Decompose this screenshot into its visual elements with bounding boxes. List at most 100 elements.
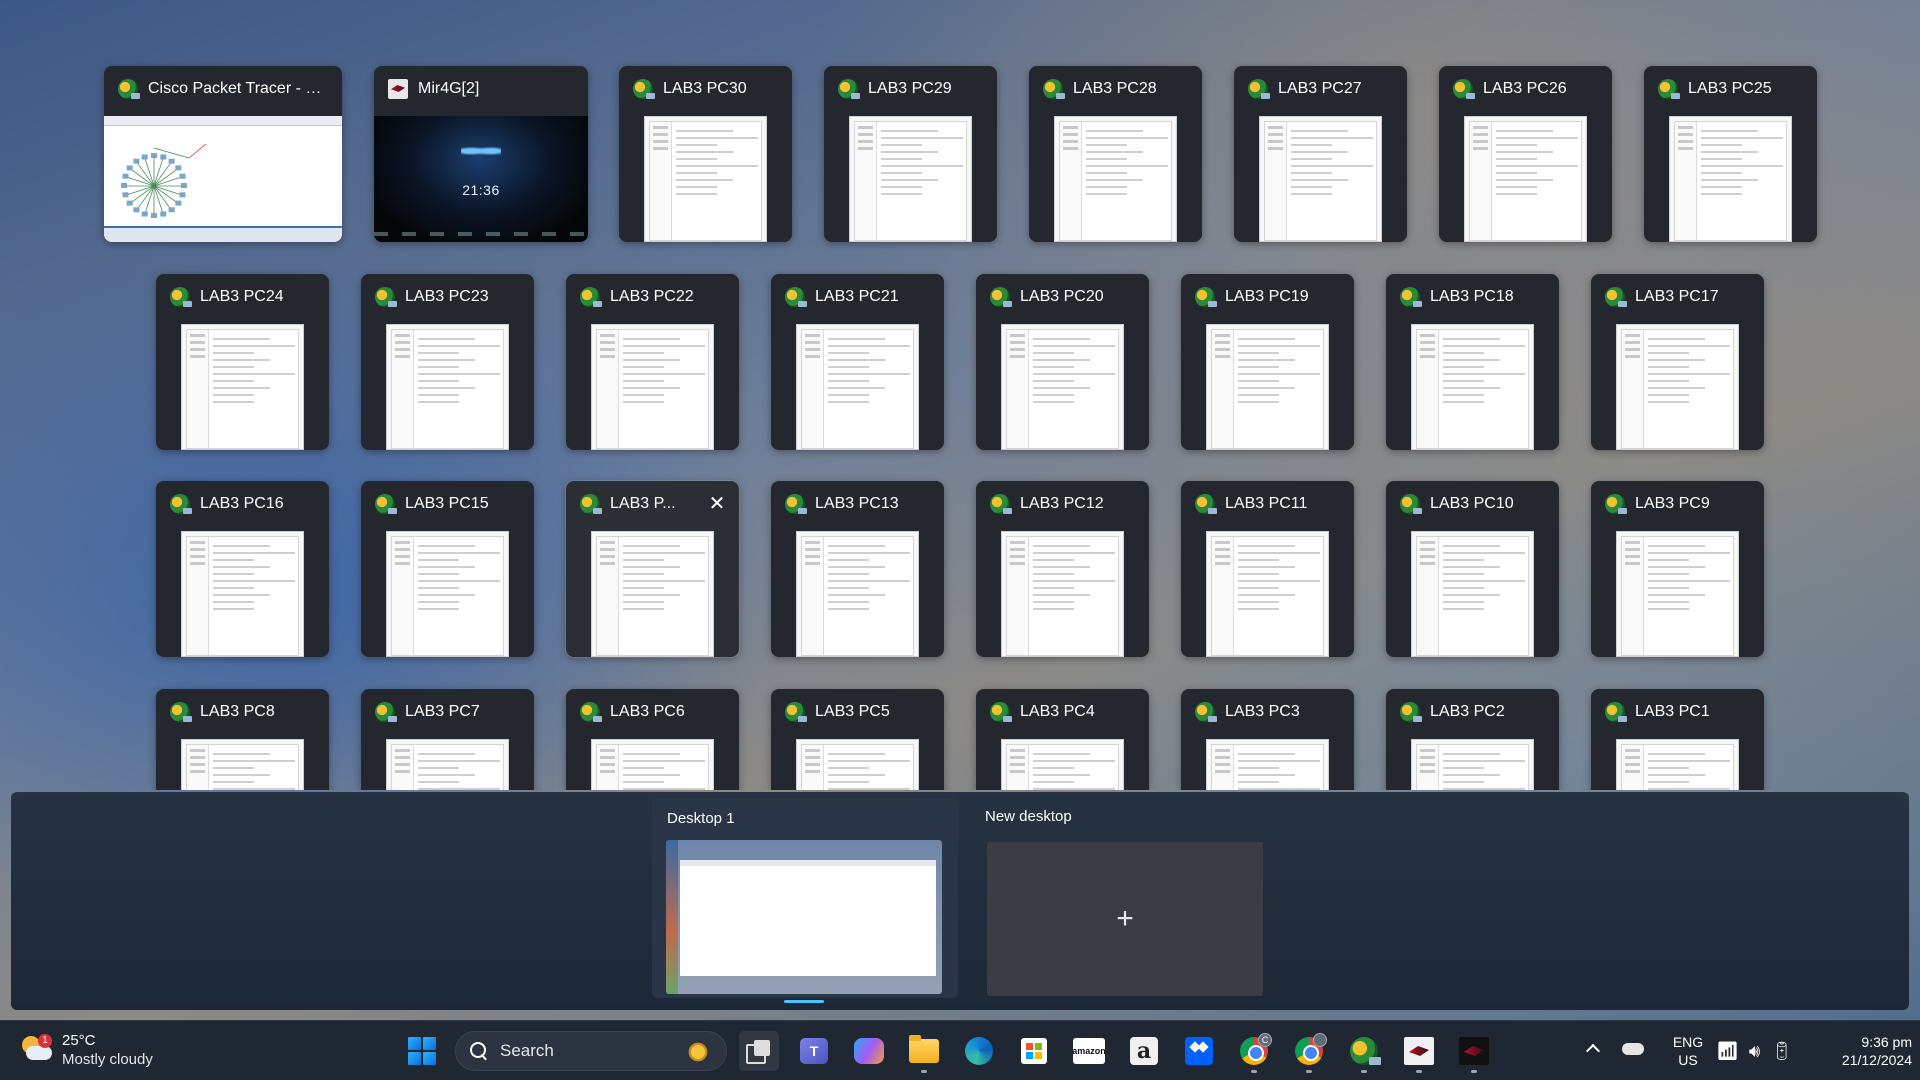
window-card[interactable]: LAB3 PC23	[361, 274, 534, 450]
window-card[interactable]: LAB3 PC20	[976, 274, 1149, 450]
window-title: LAB3 PC3	[1225, 703, 1300, 720]
window-card[interactable]: LAB3 PC18	[1386, 274, 1559, 450]
task-view-button[interactable]	[739, 1031, 779, 1071]
window-card[interactable]: LAB3 PC11	[1181, 481, 1354, 657]
window-card[interactable]: LAB3 PC10	[1386, 481, 1559, 657]
window-thumbnail	[1001, 739, 1124, 790]
window-card[interactable]: LAB3 PC3	[1181, 689, 1354, 790]
microsoft-store-button[interactable]	[1014, 1031, 1054, 1071]
window-card[interactable]: LAB3 PC15	[361, 481, 534, 657]
window-card[interactable]: LAB3 PC17	[1591, 274, 1764, 450]
weather-widget[interactable]: 1 25°C Mostly cloudy	[20, 1031, 153, 1069]
packet-tracer-icon	[785, 702, 807, 722]
window-title: LAB3 PC2	[1430, 703, 1505, 720]
window-card[interactable]: LAB3 PC19	[1181, 274, 1354, 450]
window-card[interactable]: LAB3 PC7	[361, 689, 534, 790]
desktop-1[interactable]: Desktop 1	[652, 798, 958, 998]
window-card[interactable]: LAB3 PC24	[156, 274, 329, 450]
window-card[interactable]: LAB3 PC1	[1591, 689, 1764, 790]
window-title: LAB3 PC25	[1688, 80, 1772, 97]
window-title: LAB3 PC10	[1430, 495, 1514, 512]
window-title: LAB3 PC17	[1635, 288, 1719, 305]
copilot-button[interactable]	[849, 1031, 889, 1071]
chrome-button[interactable]: C	[1234, 1031, 1274, 1073]
window-title: LAB3 PC28	[1073, 80, 1157, 97]
window-header: LAB3 PC3	[1181, 689, 1354, 735]
window-card[interactable]: LAB3 PC30	[619, 66, 792, 242]
window-thumbnail	[1616, 739, 1739, 790]
packet-tracer-button[interactable]	[1344, 1031, 1384, 1073]
window-card[interactable]: LAB3 PC2	[1386, 689, 1559, 790]
window-title: LAB3 PC9	[1635, 495, 1710, 512]
window-header: LAB3 PC17	[1591, 274, 1764, 320]
window-card[interactable]: LAB3 PC29	[824, 66, 997, 242]
window-card[interactable]: LAB3 PC16	[156, 481, 329, 657]
mir4-icon	[1404, 1037, 1434, 1065]
edge-button[interactable]	[959, 1031, 999, 1071]
battery-icon: 🔋︎	[1770, 1041, 1794, 1061]
weather-badge: 1	[38, 1034, 52, 1048]
window-thumbnail	[796, 324, 919, 450]
packet-tracer-icon	[1400, 702, 1422, 722]
window-header: LAB3 P... ✕	[566, 481, 739, 527]
window-card[interactable]: LAB3 PC28	[1029, 66, 1202, 242]
active-desktop-indicator	[784, 1000, 824, 1003]
window-card[interactable]: LAB3 P... ✕	[566, 481, 739, 657]
clock-time: 9:36 pm	[1861, 1034, 1912, 1050]
window-card[interactable]: LAB3 PC8	[156, 689, 329, 790]
new-desktop-button[interactable]: +	[987, 842, 1263, 996]
window-card[interactable]: LAB3 PC9	[1591, 481, 1764, 657]
new-desktop[interactable]: New desktop +	[969, 798, 1275, 998]
chrome-profile-button[interactable]	[1289, 1031, 1329, 1073]
window-card[interactable]: LAB3 PC6	[566, 689, 739, 790]
search-box[interactable]: Search	[455, 1031, 727, 1071]
window-grid: Cisco Packet Tracer - C:\... Mir4G[2] 21:3…	[0, 0, 1920, 790]
window-title: LAB3 PC18	[1430, 288, 1514, 305]
packet-tracer-icon	[580, 494, 602, 514]
window-title: LAB3 PC7	[405, 703, 480, 720]
packet-tracer-icon	[1658, 79, 1680, 99]
teams-button[interactable]: T	[794, 1031, 834, 1071]
window-card[interactable]: LAB3 PC22	[566, 274, 739, 450]
dropbox-button[interactable]	[1179, 1031, 1219, 1071]
window-title: LAB3 PC15	[405, 495, 489, 512]
mir4-button[interactable]	[1399, 1031, 1439, 1073]
window-header: LAB3 PC9	[1591, 481, 1764, 527]
window-thumbnail	[1411, 531, 1534, 657]
window-card[interactable]: LAB3 PC13	[771, 481, 944, 657]
search-highlight-icon	[680, 1038, 716, 1066]
window-title: LAB3 P...	[610, 495, 676, 512]
window-header: LAB3 PC10	[1386, 481, 1559, 527]
language-indicator[interactable]: ENG US	[1666, 1033, 1710, 1069]
window-card[interactable]: LAB3 PC26	[1439, 66, 1612, 242]
window-card[interactable]: Cisco Packet Tracer - C:\...	[104, 66, 342, 242]
window-thumbnail	[1411, 324, 1534, 450]
packet-tracer-icon	[1400, 287, 1422, 307]
mir4-dark-button[interactable]	[1454, 1031, 1494, 1073]
start-button[interactable]	[402, 1031, 442, 1071]
chevron-up-icon[interactable]	[1584, 1041, 1600, 1057]
search-placeholder: Search	[500, 1041, 554, 1060]
quick-settings[interactable]: 📶︎ 🔊︎ 🔋︎	[1716, 1041, 1793, 1062]
file-explorer-button[interactable]	[904, 1031, 944, 1073]
window-thumbnail	[644, 116, 767, 242]
chrome-profile-badge: C	[1258, 1033, 1272, 1047]
window-card[interactable]: LAB3 PC5	[771, 689, 944, 790]
close-icon[interactable]: ✕	[707, 494, 727, 514]
window-card[interactable]: LAB3 PC12	[976, 481, 1149, 657]
volume-icon: 🔊︎	[1748, 1041, 1761, 1061]
window-card[interactable]: Mir4G[2] 21:36	[374, 66, 588, 242]
amazon-a-button[interactable]: a	[1124, 1031, 1164, 1071]
packet-tracer-icon	[1400, 494, 1422, 514]
window-header: LAB3 PC22	[566, 274, 739, 320]
clock[interactable]: 9:36 pm 21/12/2024	[1812, 1033, 1912, 1069]
window-card[interactable]: LAB3 PC27	[1234, 66, 1407, 242]
amazon-button[interactable]: amazon	[1069, 1031, 1109, 1071]
window-header: LAB3 PC16	[156, 481, 329, 527]
window-card[interactable]: LAB3 PC25	[1644, 66, 1817, 242]
microsoft-store-icon	[1021, 1038, 1047, 1064]
dropbox-icon	[1185, 1037, 1213, 1065]
window-card[interactable]: LAB3 PC21	[771, 274, 944, 450]
onedrive-icon[interactable]	[1622, 1043, 1644, 1055]
window-card[interactable]: LAB3 PC4	[976, 689, 1149, 790]
